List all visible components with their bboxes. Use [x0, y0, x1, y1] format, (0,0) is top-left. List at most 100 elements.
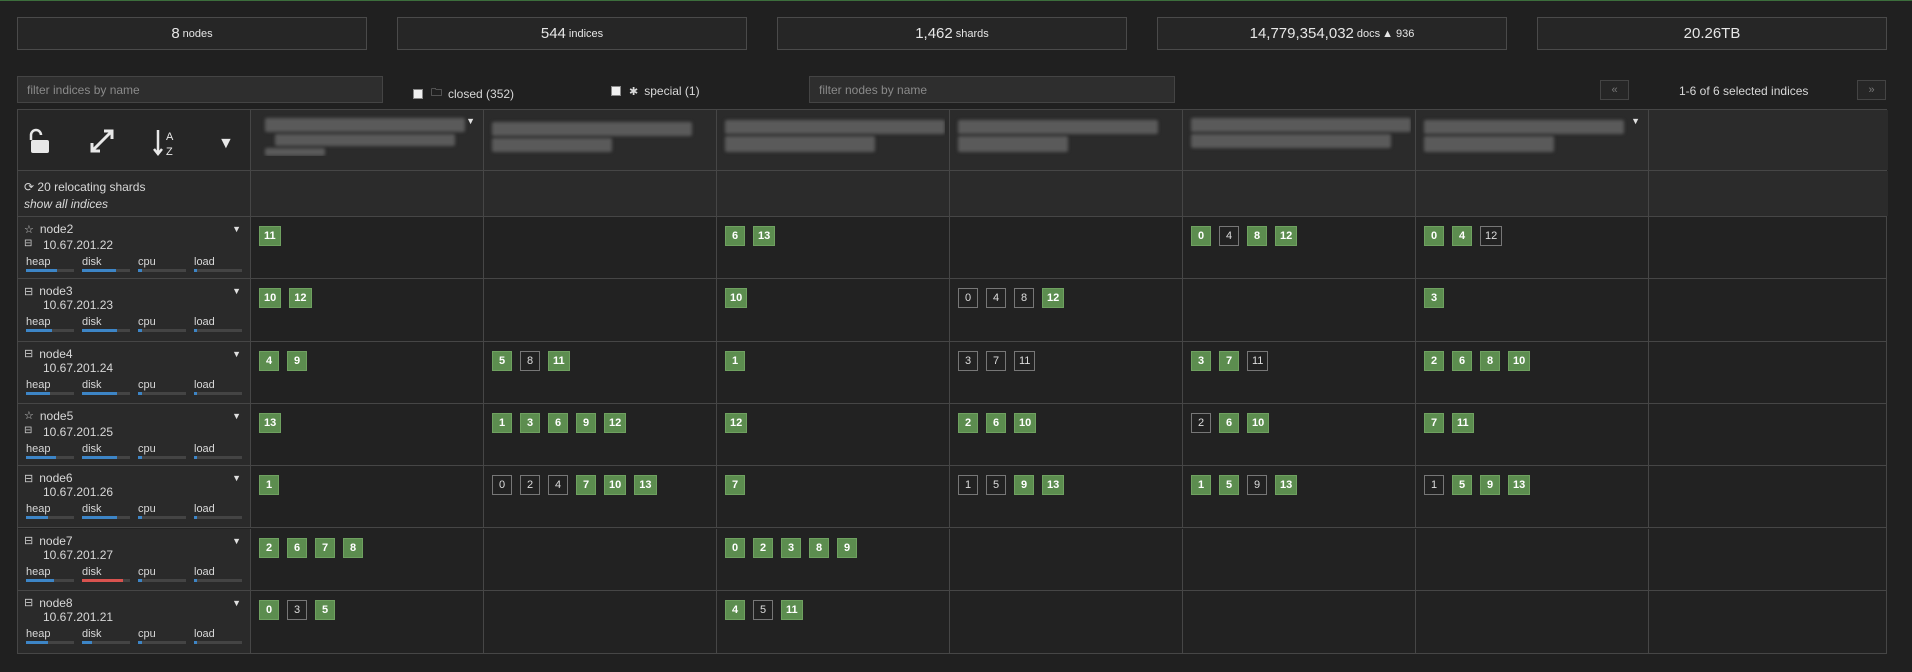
index-column-header[interactable]	[717, 110, 950, 170]
primary-shard[interactable]: 11	[548, 350, 570, 371]
primary-shard[interactable]: 8	[343, 537, 363, 558]
primary-shard[interactable]: 9	[576, 412, 596, 433]
show-all-indices-link[interactable]: show all indices	[24, 197, 108, 211]
replica-shard[interactable]: 2	[520, 475, 540, 496]
primary-shard[interactable]: 9	[1014, 475, 1034, 496]
primary-shard[interactable]: 13	[1042, 475, 1065, 496]
primary-shard[interactable]: 10	[1014, 412, 1037, 433]
caret-down-icon[interactable]: ▼	[232, 411, 241, 421]
replica-shard[interactable]: 12	[1480, 226, 1503, 246]
primary-shard[interactable]: 10	[725, 288, 748, 309]
index-column-header[interactable]	[950, 110, 1183, 170]
replica-shard[interactable]: 0	[958, 288, 978, 309]
replica-shard[interactable]: 11	[1014, 350, 1036, 371]
replica-shard[interactable]: 5	[753, 599, 773, 620]
primary-shard[interactable]: 12	[725, 412, 748, 433]
caret-down-icon[interactable]: ▼	[232, 286, 241, 296]
caret-down-icon[interactable]: ▼	[232, 598, 241, 608]
primary-shard[interactable]: 0	[1191, 226, 1211, 246]
primary-shard[interactable]: 7	[315, 537, 335, 558]
primary-shard[interactable]: 13	[1508, 475, 1531, 496]
primary-shard[interactable]: 2	[259, 537, 279, 558]
primary-shard[interactable]: 3	[1191, 350, 1211, 371]
primary-shard[interactable]: 4	[259, 350, 279, 371]
replica-shard[interactable]: 9	[1247, 475, 1267, 496]
primary-shard[interactable]: 6	[1219, 412, 1239, 433]
primary-shard[interactable]: 3	[781, 537, 801, 558]
replica-shard[interactable]: 4	[986, 288, 1006, 309]
primary-shard[interactable]: 8	[1480, 350, 1500, 371]
primary-shard[interactable]: 7	[1424, 412, 1444, 433]
primary-shard[interactable]: 0	[1424, 226, 1444, 246]
primary-shard[interactable]: 5	[492, 350, 512, 371]
caret-down-icon[interactable]: ▼	[232, 224, 241, 234]
primary-shard[interactable]: 0	[259, 599, 279, 620]
replica-shard[interactable]: 2	[1191, 412, 1211, 433]
closed-filter[interactable]: 🗀 closed (352)	[413, 84, 514, 103]
primary-shard[interactable]: 2	[753, 537, 773, 558]
primary-shard[interactable]: 13	[1275, 475, 1298, 496]
special-filter[interactable]: ✱ special (1)	[611, 84, 700, 98]
primary-shard[interactable]: 10	[1508, 350, 1531, 371]
primary-shard[interactable]: 6	[986, 412, 1006, 433]
expand-icon[interactable]	[89, 128, 115, 158]
primary-shard[interactable]: 1	[492, 412, 512, 433]
caret-down-icon[interactable]: ▼	[232, 349, 241, 359]
primary-shard[interactable]: 1	[725, 350, 745, 371]
primary-shard[interactable]: 9	[287, 350, 307, 371]
replica-shard[interactable]: 3	[287, 599, 307, 620]
closed-checkbox[interactable]	[413, 88, 423, 99]
primary-shard[interactable]: 12	[289, 288, 312, 309]
primary-shard[interactable]: 7	[725, 475, 745, 496]
primary-shard[interactable]: 11	[259, 226, 281, 246]
primary-shard[interactable]: 8	[809, 537, 829, 558]
sort-alpha-icon[interactable]: AZ	[152, 128, 182, 162]
replica-shard[interactable]: 7	[986, 350, 1006, 371]
replica-shard[interactable]: 5	[986, 475, 1006, 496]
unlock-icon[interactable]	[29, 128, 51, 158]
primary-shard[interactable]: 13	[634, 475, 657, 496]
primary-shard[interactable]: 3	[1424, 288, 1444, 309]
special-checkbox[interactable]	[611, 86, 621, 96]
replica-shard[interactable]: 0	[492, 475, 512, 496]
primary-shard[interactable]: 5	[1452, 475, 1472, 496]
primary-shard[interactable]: 1	[1191, 475, 1211, 496]
caret-down-icon[interactable]: ▼	[218, 136, 234, 152]
replica-shard[interactable]: 4	[548, 475, 568, 496]
filter-indices-input[interactable]	[17, 76, 383, 103]
primary-shard[interactable]: 9	[837, 537, 857, 558]
primary-shard[interactable]: 13	[753, 226, 776, 246]
primary-shard[interactable]: 6	[287, 537, 307, 558]
primary-shard[interactable]: 7	[576, 475, 596, 496]
primary-shard[interactable]: 2	[958, 412, 978, 433]
replica-shard[interactable]: 1	[1424, 475, 1444, 496]
prev-page-button[interactable]: «	[1600, 80, 1629, 100]
caret-down-icon[interactable]: ▼	[232, 473, 241, 483]
primary-shard[interactable]: 10	[604, 475, 627, 496]
primary-shard[interactable]: 6	[1452, 350, 1472, 371]
replica-shard[interactable]: 1	[958, 475, 978, 496]
primary-shard[interactable]: 11	[1452, 412, 1474, 433]
primary-shard[interactable]: 10	[1247, 412, 1270, 433]
caret-down-icon[interactable]: ▼	[232, 536, 241, 546]
index-column-header[interactable]: ▼	[1416, 110, 1649, 170]
index-column-header[interactable]	[484, 110, 717, 170]
primary-shard[interactable]: 0	[725, 537, 745, 558]
primary-shard[interactable]: 12	[1042, 288, 1065, 309]
primary-shard[interactable]: 12	[604, 412, 627, 433]
primary-shard[interactable]: 6	[548, 412, 568, 433]
primary-shard[interactable]: 10	[259, 288, 282, 309]
primary-shard[interactable]: 5	[1219, 475, 1239, 496]
primary-shard[interactable]: 12	[1275, 226, 1298, 246]
replica-shard[interactable]: 8	[1014, 288, 1034, 309]
primary-shard[interactable]: 4	[725, 599, 745, 620]
filter-nodes-input[interactable]	[809, 76, 1175, 103]
replica-shard[interactable]: 4	[1219, 226, 1239, 246]
replica-shard[interactable]: 3	[958, 350, 978, 371]
caret-down-icon[interactable]: ▼	[466, 116, 475, 126]
primary-shard[interactable]: 5	[315, 599, 335, 620]
index-column-header[interactable]	[1183, 110, 1416, 170]
primary-shard[interactable]: 4	[1452, 226, 1472, 246]
next-page-button[interactable]: »	[1857, 80, 1886, 100]
primary-shard[interactable]: 3	[520, 412, 540, 433]
